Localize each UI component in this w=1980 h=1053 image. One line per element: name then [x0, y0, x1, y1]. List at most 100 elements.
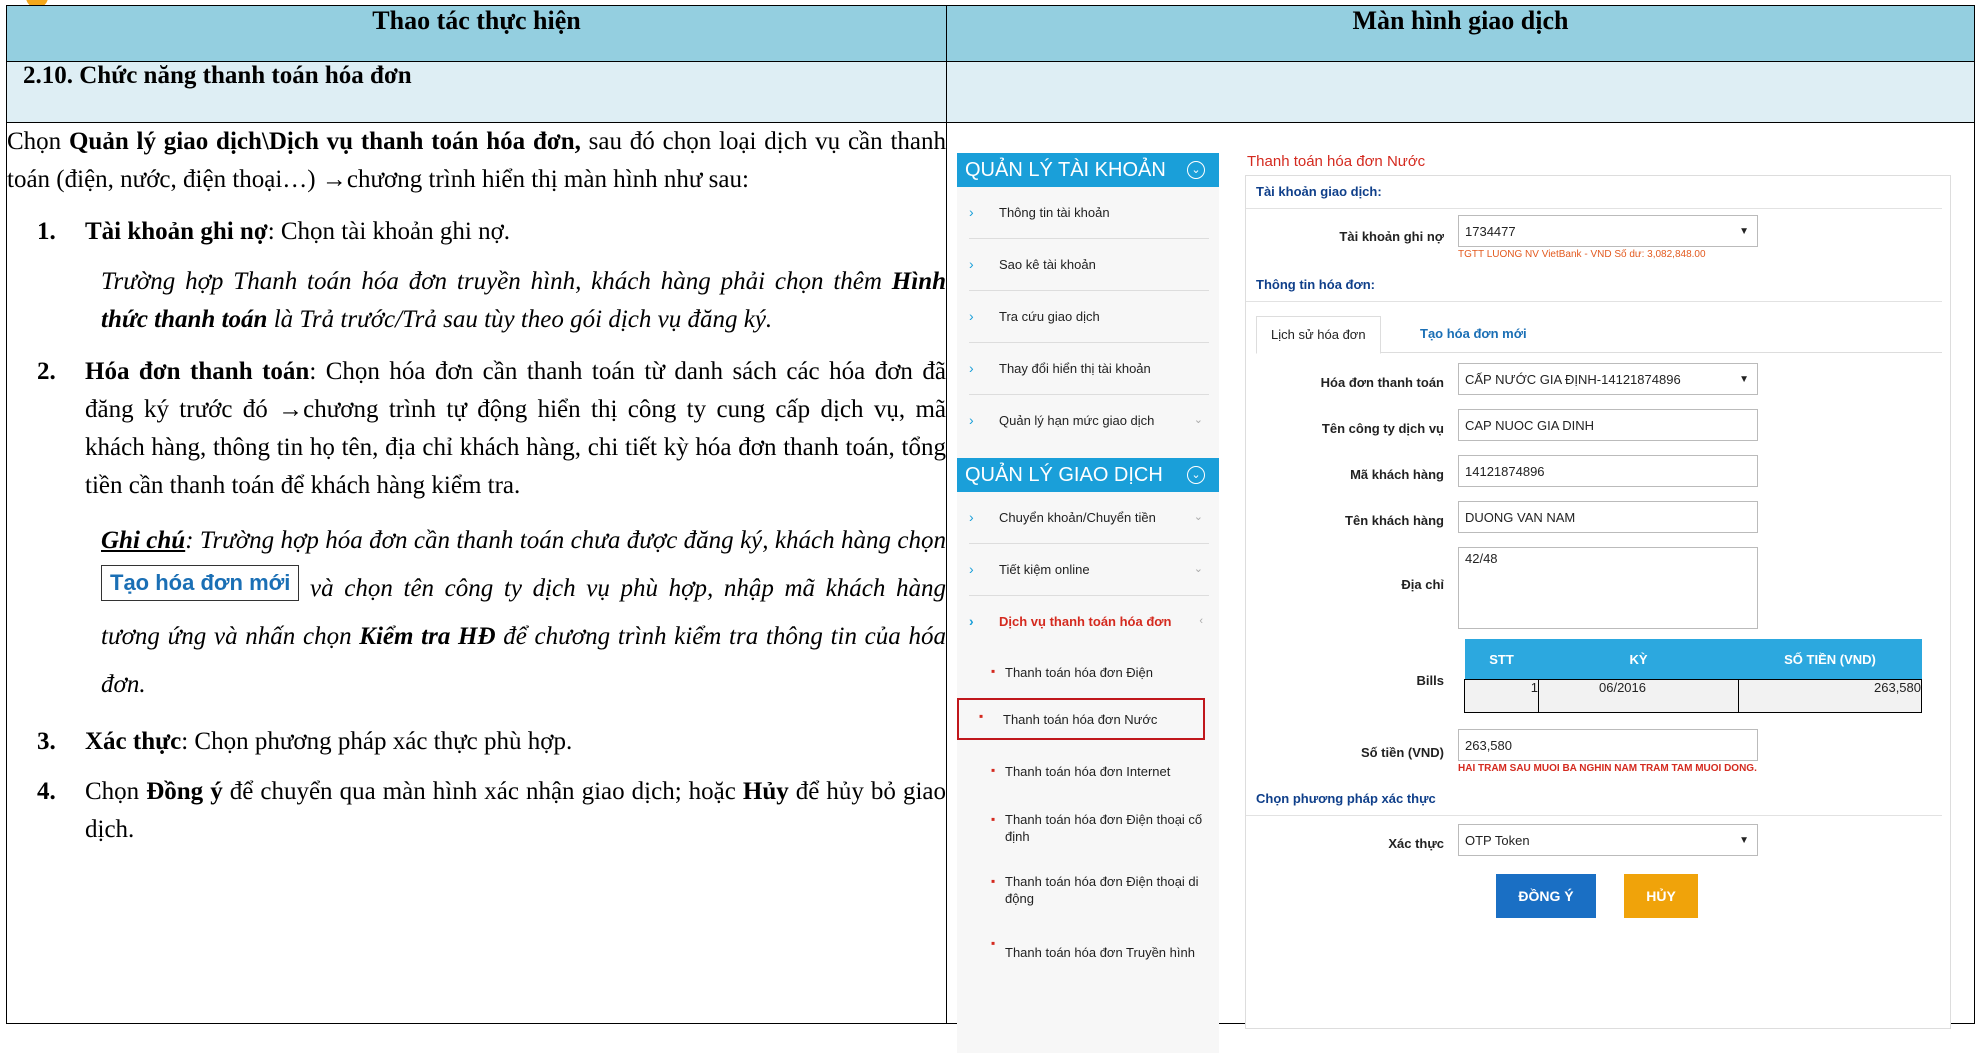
customer-code-row: Mã khách hàng 14121874896 — [1246, 455, 1950, 501]
group-title: QUẢN LÝ GIAO DỊCH — [965, 464, 1163, 486]
step-num: 2. — [37, 358, 56, 385]
sidebar-item-label: Quản lý hạn mức giao dịch — [999, 413, 1155, 428]
debit-account-select[interactable]: 1734477 ▼ — [1458, 215, 1758, 247]
bills-header-stt: STT — [1464, 639, 1539, 680]
section-title: 2.10. Chức năng thanh toán hóa đơn — [6, 61, 947, 123]
cancel-button[interactable]: HỦY — [1624, 874, 1698, 918]
sidebar-item-account-info[interactable]: › Thông tin tài khoản — [969, 187, 1209, 239]
sidebar: QUẢN LÝ TÀI KHOẢN ⌄ › Thông tin tài khoản … — [957, 153, 1219, 1053]
sidebar-item-lookup[interactable]: › Tra cứu giao dịch — [969, 291, 1209, 343]
sub-item-label: Thanh toán hóa đơn Điện thoại di động — [1005, 874, 1199, 906]
sub-item-tv[interactable]: ▪ Thanh toán hóa đơn Truyền hình — [957, 921, 1209, 983]
sidebar-item-display[interactable]: › Thay đổi hiển thị tài khoản — [969, 343, 1209, 395]
sub-item-landline[interactable]: ▪ Thanh toán hóa đơn Điện thoại cố định — [957, 797, 1209, 859]
step-bold: Hóa đơn thanh toán — [85, 358, 310, 385]
address-field[interactable]: 42/48 — [1458, 547, 1758, 629]
step-bold: Xác thực — [85, 728, 182, 755]
chevron-right-icon: › — [969, 412, 974, 428]
chevron-left-icon: ‹ — [1199, 615, 1203, 627]
bullet-icon: ▪ — [991, 812, 996, 826]
step-bold: Tài khoản ghi nợ — [85, 218, 268, 245]
agree-button[interactable]: ĐỒNG Ý — [1496, 874, 1596, 918]
sidebar-item-label: Chuyển khoản/Chuyển tiền — [999, 510, 1156, 525]
auth-label: Xác thực — [1388, 836, 1444, 851]
ghichu-bold: Kiểm tra HĐ — [359, 623, 496, 650]
sub-item-water[interactable]: ▪ Thanh toán hóa đơn Nước — [957, 698, 1205, 740]
sub-item-mobile[interactable]: ▪ Thanh toán hóa đơn Điện thoại di động — [957, 859, 1209, 921]
ghichu-note: Ghi chú: Trường hợp hóa đơn cần thanh to… — [101, 517, 946, 709]
bill-row: Hóa đơn thanh toán CẤP NƯỚC GIA ĐỊNH-141… — [1246, 363, 1950, 409]
chevron-down-icon: ⌄ — [1193, 511, 1203, 523]
bills-cell-stt: 1 — [1464, 679, 1539, 713]
action-row: ĐỒNG Ý HỦY — [1246, 874, 1950, 924]
debit-account-value: 1734477 — [1465, 224, 1516, 239]
tab-bill-history[interactable]: Lịch sử hóa đơn — [1256, 316, 1381, 354]
collapse-icon[interactable]: ⌄ — [1187, 466, 1205, 484]
step-bold: Đồng ý — [146, 778, 223, 805]
step-text: : Chọn phương pháp xác thực phù hợp. — [181, 728, 573, 755]
instructions-cell: Chọn Quản lý giao dịch\Dịch vụ thanh toá… — [6, 122, 947, 1024]
customer-name-field[interactable]: DUONG VAN NAM — [1458, 501, 1758, 533]
tv-note: Trường hợp Thanh toán hóa đơn truyền hìn… — [101, 263, 946, 339]
dropdown-arrow-icon: ▼ — [1739, 374, 1749, 385]
sidebar-group-transactions[interactable]: QUẢN LÝ GIAO DỊCH ⌄ — [957, 458, 1219, 492]
account-section-title: Tài khoản giao dịch: — [1246, 176, 1942, 209]
step-text: để chuyển qua màn hình xác nhận giao dịc… — [222, 778, 743, 805]
debit-account-label: Tài khoản ghi nợ — [1339, 229, 1444, 244]
step-bold: Hủy — [742, 778, 789, 805]
bills-table: STT KỲ SỐ TIỀN (VND) 1 06/2016 263,580 — [1464, 639, 1922, 713]
sub-item-internet[interactable]: ▪ Thanh toán hóa đơn Internet — [957, 746, 1209, 797]
sidebar-group-accounts[interactable]: QUẢN LÝ TÀI KHOẢN ⌄ — [957, 153, 1219, 187]
bill-select[interactable]: CẤP NƯỚC GIA ĐỊNH-14121874896 ▼ — [1458, 363, 1758, 395]
step-1: 1. Tài khoản ghi nợ: Chọn tài khoản ghi n… — [7, 213, 946, 251]
intro-text: Chọn — [7, 128, 69, 155]
customer-name-label: Tên khách hàng — [1345, 513, 1444, 528]
bill-value: CẤP NƯỚC GIA ĐỊNH-14121874896 — [1465, 372, 1681, 387]
sidebar-item-label: Thay đổi hiển thị tài khoản — [999, 361, 1151, 376]
amount-field[interactable]: 263,580 — [1458, 729, 1758, 761]
bullet-icon: ▪ — [991, 936, 996, 950]
sidebar-item-transfer[interactable]: › Chuyển khoản/Chuyển tiền ⌄ — [969, 492, 1209, 544]
section-empty — [946, 61, 1975, 123]
ghichu-text: : Trường hợp hóa đơn cần thanh toán chưa… — [185, 527, 946, 554]
step-3: 3. Xác thực: Chọn phương pháp xác thực ph… — [7, 723, 946, 761]
sidebar-item-label: Thông tin tài khoản — [999, 205, 1110, 220]
bills-cell-amount: 263,580 — [1738, 679, 1922, 713]
auth-select[interactable]: OTP Token ▼ — [1458, 824, 1758, 856]
tv-note-text: Trường hợp Thanh toán hóa đơn truyền hìn… — [101, 268, 892, 295]
bills-cell-period: 06/2016 — [1538, 679, 1739, 713]
address-row: Địa chỉ 42/48 — [1246, 547, 1950, 639]
bill-label: Hóa đơn thanh toán — [1320, 375, 1444, 390]
bills-label: Bills — [1416, 673, 1444, 688]
company-field[interactable]: CAP NUOC GIA DINH — [1458, 409, 1758, 441]
sub-item-electric[interactable]: ▪ Thanh toán hóa đơn Điện — [957, 647, 1209, 698]
debit-account-note: TGTT LUONG NV VietBank - VND Số dư: 3,08… — [1458, 249, 1706, 260]
step-num: 3. — [37, 728, 56, 755]
sidebar-item-bill-payment[interactable]: › Dịch vụ thanh toán hóa đơn ‹ — [969, 596, 1209, 647]
chevron-down-icon: ⌄ — [1193, 563, 1203, 575]
payment-form-area: Thanh toán hóa đơn Nước Tài khoản giao d… — [1239, 153, 1951, 1053]
chevron-right-icon: › — [969, 204, 974, 220]
customer-code-field[interactable]: 14121874896 — [1458, 455, 1758, 487]
app-screenshot: QUẢN LÝ TÀI KHOẢN ⌄ › Thông tin tài khoản … — [947, 153, 1951, 1053]
amount-row: Số tiền (VND) 263,580 HAI TRAM SAU MUOI … — [1246, 729, 1950, 783]
address-label: Địa chỉ — [1401, 577, 1444, 592]
customer-code-label: Mã khách hàng — [1350, 467, 1444, 482]
sidebar-item-limits[interactable]: › Quản lý hạn mức giao dịch ⌄ — [969, 395, 1209, 446]
page-title: Thanh toán hóa đơn Nước — [1247, 153, 1426, 170]
bill-section-title: Thông tin hóa đơn: — [1246, 269, 1942, 302]
sidebar-item-savings[interactable]: › Tiết kiệm online ⌄ — [969, 544, 1209, 596]
group-title: QUẢN LÝ TÀI KHOẢN — [965, 159, 1166, 181]
sub-item-label: Thanh toán hóa đơn Điện thoại cố định — [1005, 812, 1203, 844]
dropdown-arrow-icon: ▼ — [1739, 226, 1749, 237]
sidebar-item-statement[interactable]: › Sao kê tài khoản — [969, 239, 1209, 291]
collapse-icon[interactable]: ⌄ — [1187, 161, 1205, 179]
debit-account-row: Tài khoản ghi nợ 1734477 ▼ TGTT LUONG NV … — [1246, 215, 1950, 269]
chevron-right-icon: › — [969, 613, 974, 629]
auth-section-title: Chọn phương pháp xác thực — [1246, 783, 1942, 816]
step-num: 1. — [37, 218, 56, 245]
tab-new-bill[interactable]: Tạo hóa đơn mới — [1406, 316, 1541, 352]
dropdown-arrow-icon: ▼ — [1739, 835, 1749, 846]
sidebar-item-label: Tra cứu giao dịch — [999, 309, 1100, 324]
sub-item-label: Thanh toán hóa đơn Điện — [1005, 665, 1154, 680]
